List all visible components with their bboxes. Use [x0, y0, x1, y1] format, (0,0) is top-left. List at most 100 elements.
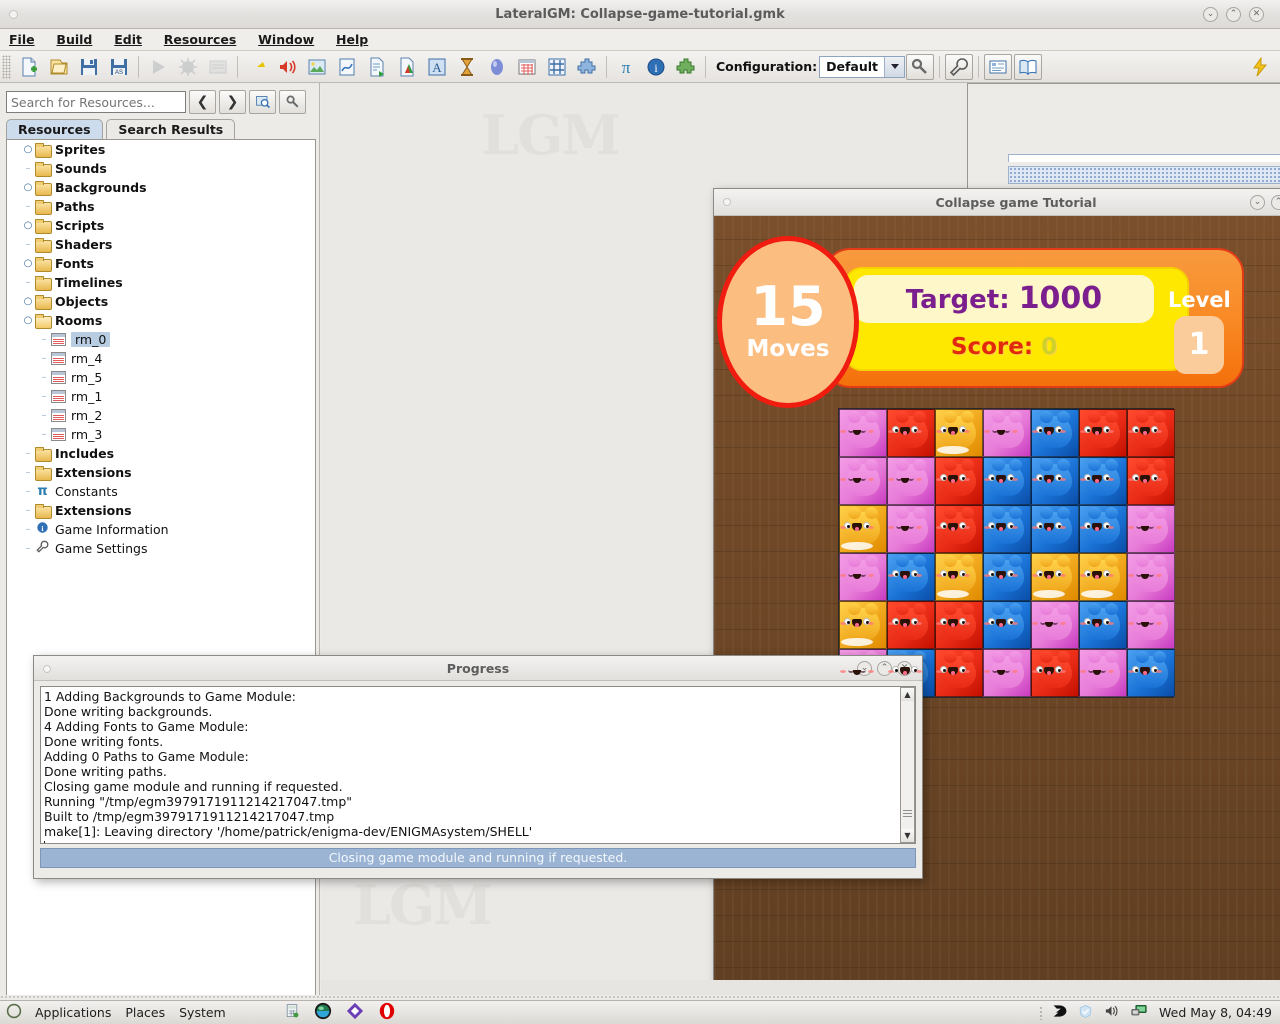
board-tile[interactable]	[935, 409, 983, 457]
menu-item-build[interactable]: Build	[47, 29, 101, 51]
chevron-down-icon[interactable]	[884, 56, 905, 77]
maximize-button[interactable]: ⌃	[1226, 7, 1241, 22]
taskbar-clock[interactable]: Wed May 8, 04:49	[1159, 1005, 1272, 1020]
board-tile[interactable]	[1127, 505, 1175, 553]
tab-search-results[interactable]: Search Results	[106, 119, 236, 140]
configuration-dropdown[interactable]: Default	[819, 55, 906, 78]
board-tile[interactable]	[983, 601, 1031, 649]
tree-item-extensions[interactable]: – Extensions	[7, 501, 315, 520]
debug-icon[interactable]	[174, 54, 202, 80]
path-icon[interactable]	[333, 54, 361, 80]
lightning-icon[interactable]	[1246, 54, 1274, 80]
tree-expander-icon[interactable]: ○	[21, 144, 35, 155]
nvidia-icon[interactable]	[1047, 1003, 1073, 1022]
tree-item-extensions[interactable]: – Extensions	[7, 463, 315, 482]
board-tile[interactable]	[983, 457, 1031, 505]
script-icon[interactable]	[363, 54, 391, 80]
tree-item-shaders[interactable]: – Shaders	[7, 235, 315, 254]
board-tile[interactable]	[935, 505, 983, 553]
tree-item-rm_4[interactable]: – rm_4	[7, 349, 315, 368]
sprite-icon[interactable]	[243, 54, 271, 80]
board-tile[interactable]	[839, 505, 887, 553]
tree-item-timelines[interactable]: – Timelines	[7, 273, 315, 292]
board-tile[interactable]	[1127, 649, 1175, 697]
constants-icon[interactable]: π	[612, 54, 640, 80]
volume-icon[interactable]	[1098, 1003, 1125, 1022]
board-tile[interactable]	[1127, 553, 1175, 601]
tree-item-includes[interactable]: – Includes	[7, 444, 315, 463]
nav-back-button[interactable]: ❮	[189, 90, 216, 114]
board-tile[interactable]	[1079, 505, 1127, 553]
menu-item-file[interactable]: File	[0, 29, 44, 51]
tree-expander-icon[interactable]: ○	[21, 182, 35, 193]
tree-item-game-information[interactable]: – i Game Information	[7, 520, 315, 539]
taskbar-menu-places[interactable]: Places	[118, 1005, 172, 1020]
tree-item-rooms[interactable]: ○ Rooms	[7, 311, 315, 330]
tree-item-paths[interactable]: – Paths	[7, 197, 315, 216]
board-tile[interactable]	[839, 457, 887, 505]
tree-expander-icon[interactable]: ○	[21, 296, 35, 307]
board-tile[interactable]	[1127, 601, 1175, 649]
game-minimize-button[interactable]: ⌄	[1250, 195, 1265, 210]
board-tile[interactable]	[983, 505, 1031, 553]
new-file-icon[interactable]	[15, 54, 43, 80]
extension-packages-icon[interactable]	[672, 54, 700, 80]
tree-item-game-settings[interactable]: – Game Settings	[7, 539, 315, 558]
board-tile[interactable]	[983, 649, 1031, 697]
scroll-down-arrow[interactable]: ▼	[901, 829, 914, 842]
tree-item-rm_1[interactable]: – rm_1	[7, 387, 315, 406]
tree-item-rm_2[interactable]: – rm_2	[7, 406, 315, 425]
board-tile[interactable]	[1127, 409, 1175, 457]
shader-icon[interactable]	[393, 54, 421, 80]
shield-icon[interactable]	[1073, 1004, 1098, 1022]
network-icon[interactable]	[1125, 1003, 1153, 1022]
board-tile[interactable]	[1079, 553, 1127, 601]
tree-expander-icon[interactable]: ○	[21, 220, 35, 231]
tree-item-scripts[interactable]: ○ Scripts	[7, 216, 315, 235]
board-tile[interactable]	[1031, 505, 1079, 553]
tree-item-objects[interactable]: ○ Objects	[7, 292, 315, 311]
minimize-button[interactable]: ⌄	[1203, 7, 1218, 22]
background-icon[interactable]	[303, 54, 331, 80]
room-icon[interactable]	[513, 54, 541, 80]
tree-item-rm_5[interactable]: – rm_5	[7, 368, 315, 387]
tree-item-rm_0[interactable]: – rm_0	[7, 330, 315, 349]
tree-item-rm_3[interactable]: – rm_3	[7, 425, 315, 444]
manual-icon[interactable]	[1014, 53, 1043, 80]
board-tile[interactable]	[935, 457, 983, 505]
resource-tree[interactable]: ○ Sprites – Sounds ○ Backgrounds – Paths ○ Script…	[6, 139, 316, 1024]
board-tile[interactable]	[887, 553, 935, 601]
find-resource-icon[interactable]	[249, 90, 276, 114]
run-icon[interactable]	[144, 54, 172, 80]
extension-icon[interactable]	[573, 54, 601, 80]
include-icon[interactable]	[543, 54, 571, 80]
scroll-up-arrow[interactable]: ▲	[901, 688, 914, 701]
board-tile[interactable]	[935, 649, 983, 697]
game-information-icon[interactable]: i	[642, 54, 670, 80]
taskbar-menu-system[interactable]: System	[172, 1005, 233, 1020]
board-tile[interactable]	[983, 409, 1031, 457]
save-icon[interactable]	[75, 54, 103, 80]
progress-log[interactable]: 1 Adding Backgrounds to Game Module: Done…	[40, 686, 916, 844]
mdi-horizontal-scrollbar[interactable]	[321, 980, 1280, 995]
taskbar-menu-applications[interactable]: Applications	[28, 1005, 118, 1020]
board-tile[interactable]	[887, 505, 935, 553]
board-tile[interactable]	[1079, 457, 1127, 505]
resource-settings-icon[interactable]	[279, 90, 306, 114]
configuration-settings-icon[interactable]	[906, 53, 935, 80]
tree-item-constants[interactable]: – π Constants	[7, 482, 315, 501]
tray-grip[interactable]	[1039, 1005, 1044, 1020]
board-tile[interactable]	[887, 601, 935, 649]
toolbar-grip[interactable]	[2, 54, 11, 79]
preferences-icon[interactable]	[984, 53, 1013, 80]
board-tile[interactable]	[935, 553, 983, 601]
tree-item-sprites[interactable]: ○ Sprites	[7, 140, 315, 159]
tree-item-fonts[interactable]: ○ Fonts	[7, 254, 315, 273]
board-tile[interactable]	[887, 409, 935, 457]
menu-item-help[interactable]: Help	[327, 29, 377, 51]
tree-item-sounds[interactable]: – Sounds	[7, 159, 315, 178]
sound-icon[interactable]	[273, 54, 301, 80]
board-tile[interactable]	[887, 457, 935, 505]
board-tile[interactable]	[1031, 409, 1079, 457]
board-tile[interactable]	[1031, 457, 1079, 505]
